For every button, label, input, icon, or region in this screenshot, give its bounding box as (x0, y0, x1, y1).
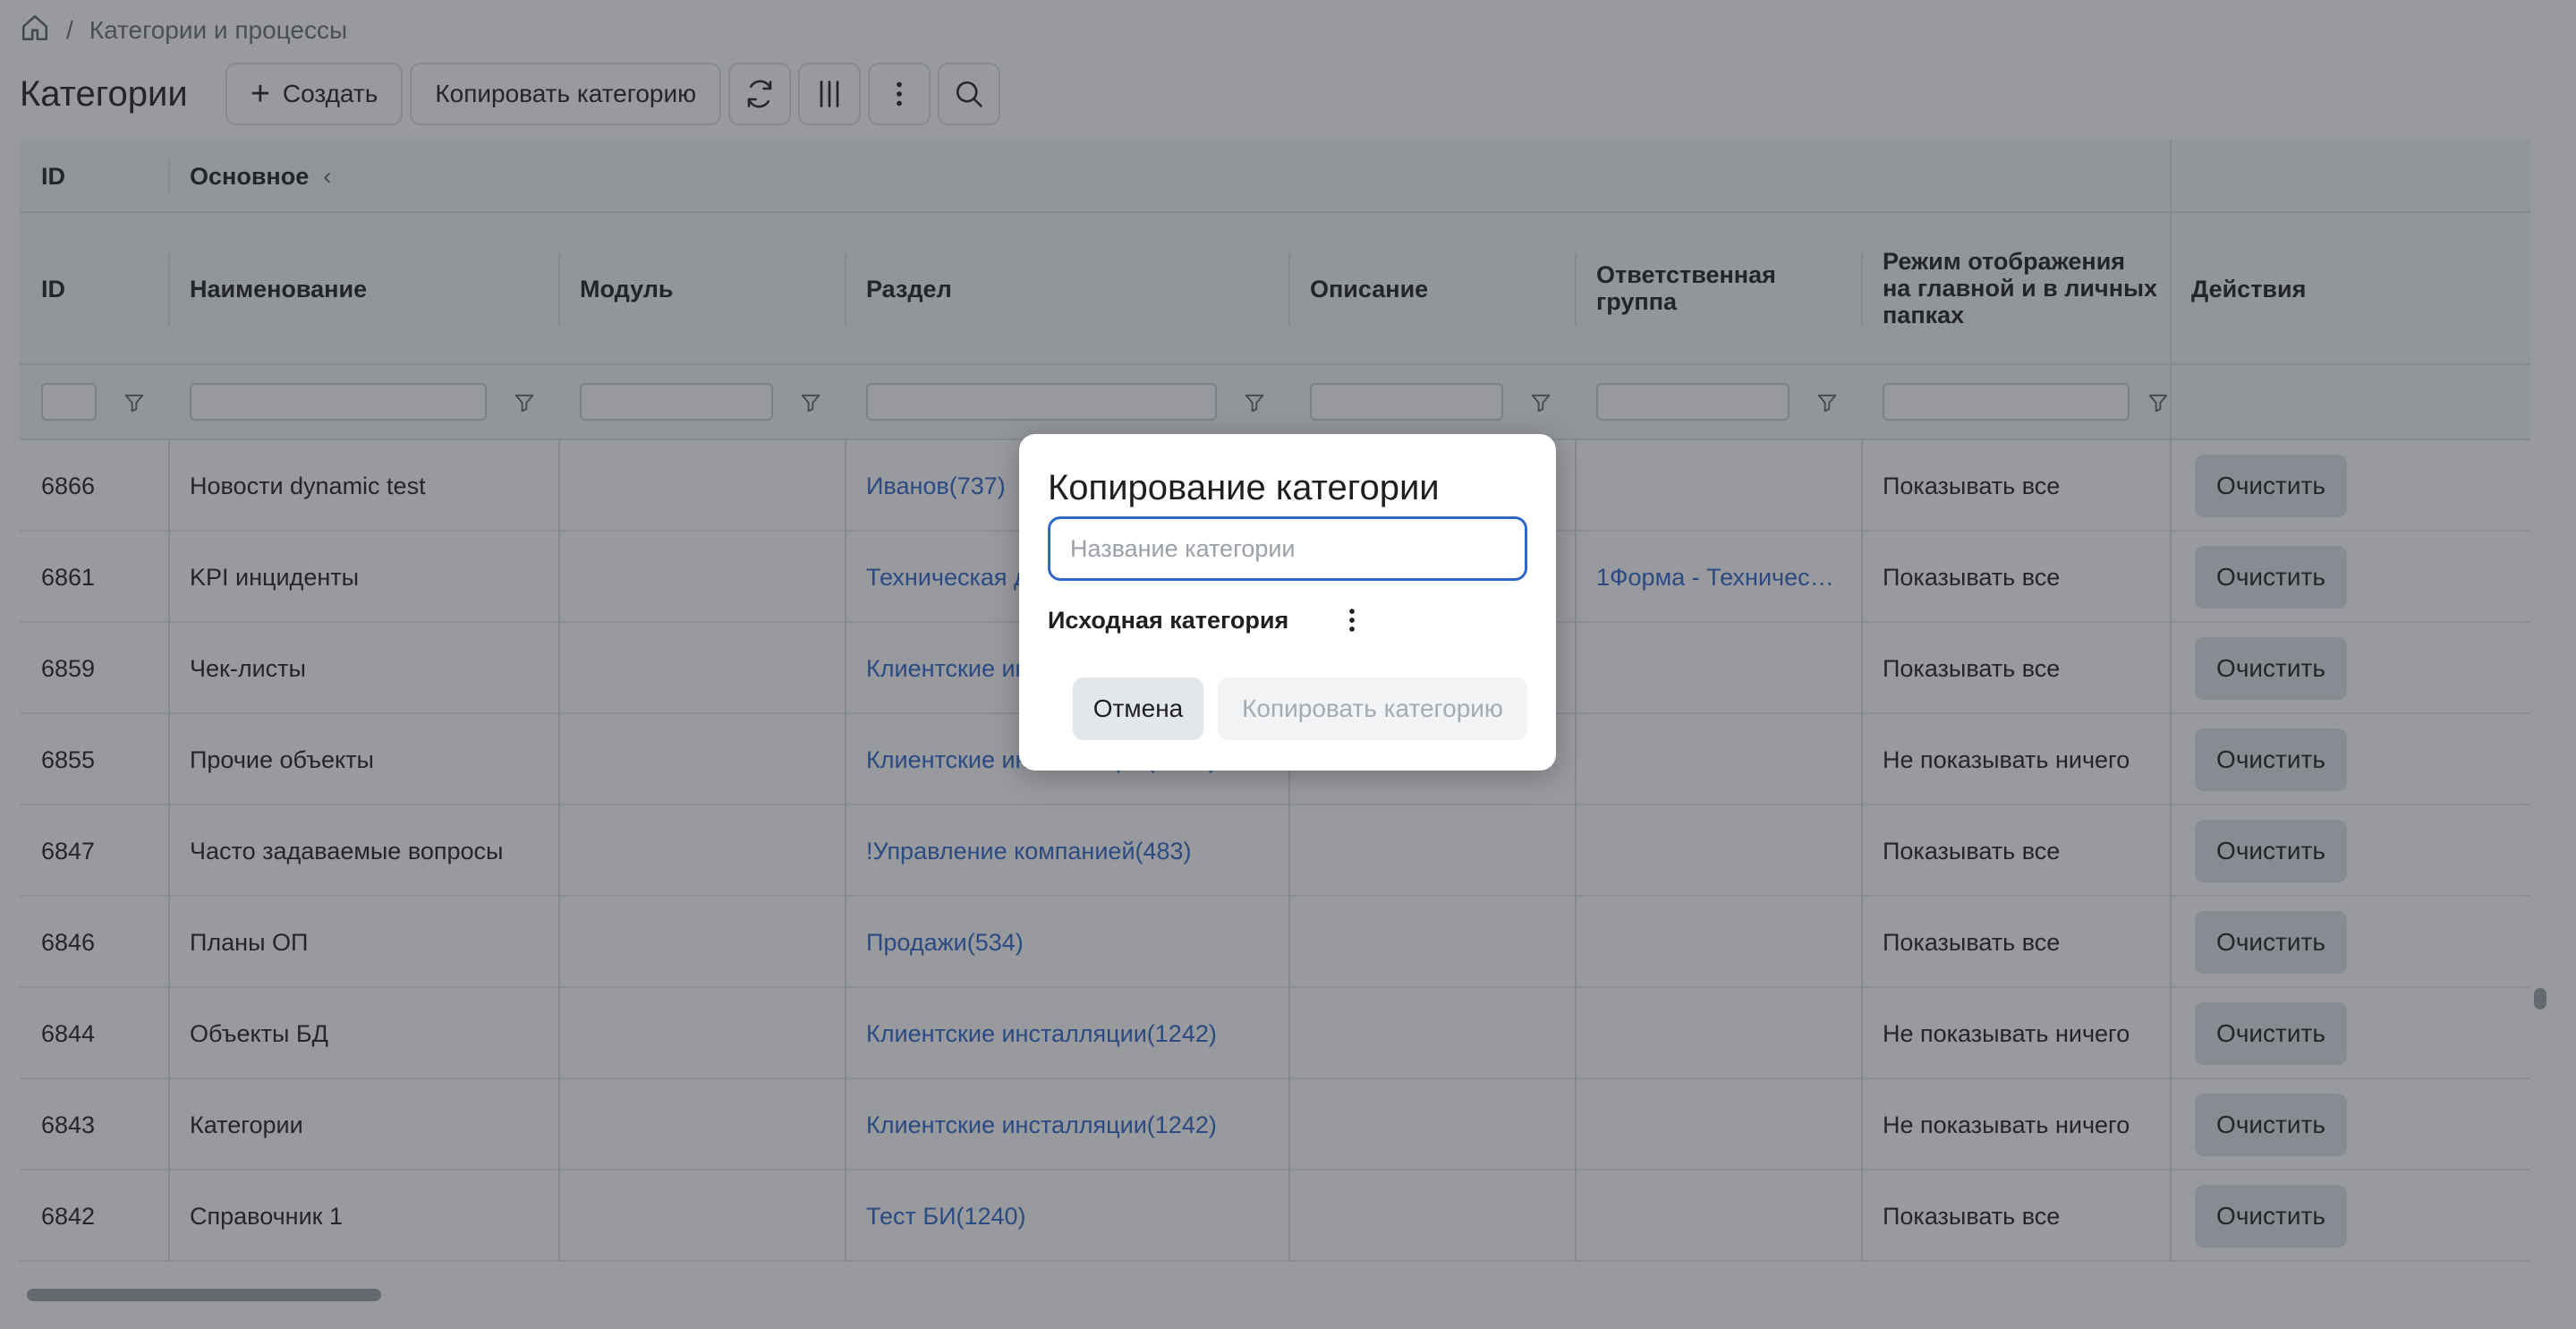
more-vertical-icon (1349, 609, 1355, 632)
cancel-button[interactable]: Отмена (1073, 677, 1203, 740)
dialog-title: Копирование категории (1048, 468, 1440, 507)
copy-category-submit-button[interactable]: Копировать категорию (1218, 677, 1527, 740)
source-category-menu-button[interactable] (1332, 601, 1372, 640)
copy-category-dialog: Копирование категории Исходная категория… (1019, 434, 1556, 771)
category-name-input[interactable] (1048, 516, 1527, 581)
source-category-label: Исходная категория (1048, 606, 1289, 634)
